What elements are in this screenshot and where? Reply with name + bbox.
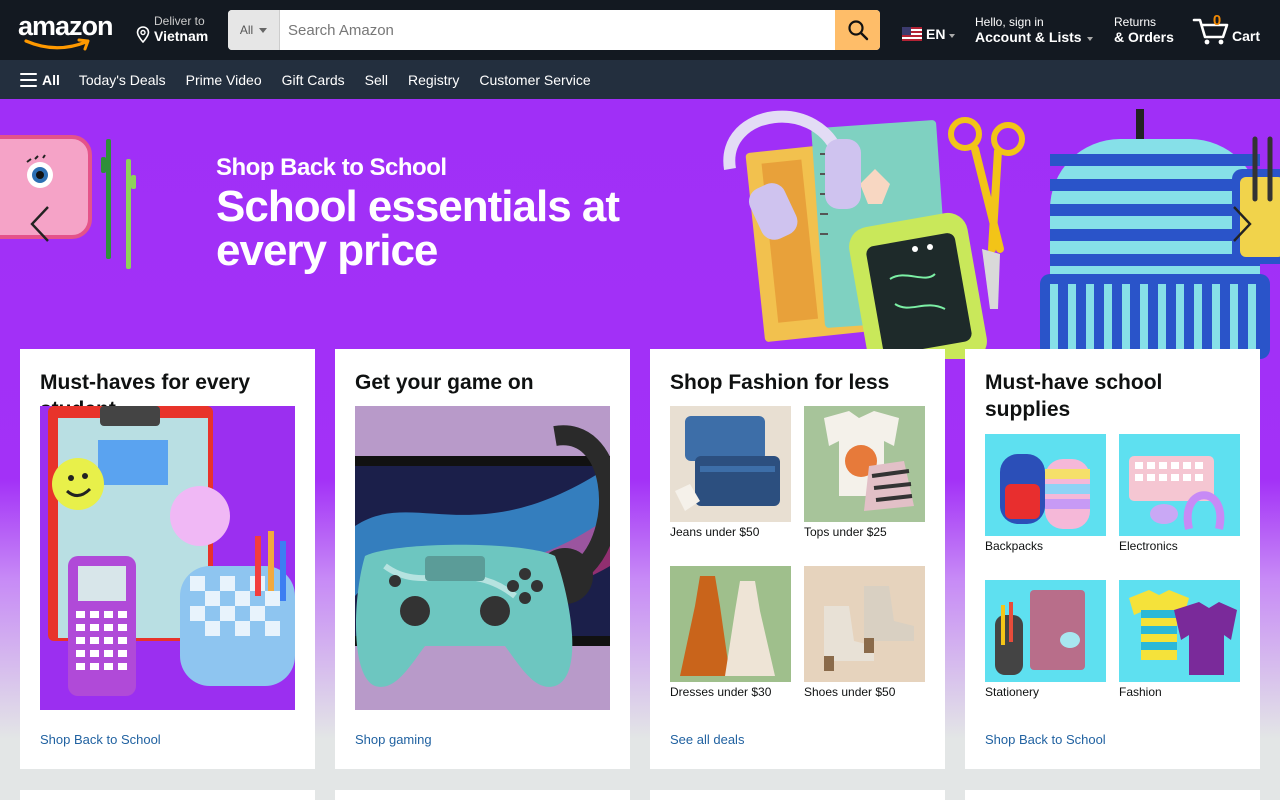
search-category-select[interactable]: All xyxy=(228,10,280,50)
tile-electronics[interactable]: Electronics xyxy=(1119,434,1240,553)
carousel-prev-button[interactable] xyxy=(26,204,54,244)
deliver-country: Vietnam xyxy=(154,28,209,44)
tile-caption: Stationery xyxy=(985,685,1040,699)
shoes-image xyxy=(804,566,925,682)
orders-label: & Orders xyxy=(1114,29,1174,45)
tile-caption: Fashion xyxy=(1119,685,1162,699)
card-title: Get your game on xyxy=(355,371,534,394)
tile-caption: Dresses under $30 xyxy=(670,685,772,699)
search-bar: All xyxy=(228,10,880,50)
next-row-card xyxy=(650,790,945,800)
returns-label: Returns xyxy=(1114,15,1157,29)
card-title: Shop Fashion for less xyxy=(670,371,890,394)
dresses-image xyxy=(670,566,791,682)
tile-caption: Electronics xyxy=(1119,539,1178,553)
logo-text: amazon xyxy=(18,11,114,41)
tops-image xyxy=(804,406,925,522)
language-selector[interactable]: EN xyxy=(902,26,956,42)
hero-headline: School essentials at every price xyxy=(216,182,620,275)
us-flag-icon xyxy=(902,27,922,41)
electronics-icon xyxy=(1119,434,1240,536)
tile-caption: Tops under $25 xyxy=(804,525,887,539)
dresses-icon xyxy=(670,566,791,682)
stationery-image xyxy=(985,580,1106,682)
tile-shoes[interactable]: Shoes under $50 xyxy=(804,566,925,699)
nav-item-todays-deals[interactable]: Today's Deals xyxy=(79,72,166,88)
search-icon xyxy=(847,20,868,41)
all-menu-button[interactable]: All xyxy=(20,72,60,88)
account-greeting: Hello, sign in xyxy=(975,15,1044,29)
kids-fashion-icon xyxy=(1119,580,1240,682)
card-school-supplies: Must-have school supplies Backpacks Elec… xyxy=(965,349,1260,769)
search-button[interactable] xyxy=(835,10,880,50)
cart-count: 0 xyxy=(1212,12,1222,29)
tile-caption: Backpacks xyxy=(985,539,1044,553)
location-pin-icon xyxy=(136,26,150,43)
shoes-icon xyxy=(804,566,925,682)
search-category-label: All xyxy=(239,23,254,37)
hero-right-art xyxy=(723,109,1280,359)
tile-jeans[interactable]: Jeans under $50 xyxy=(670,406,791,539)
deliver-label: Deliver to xyxy=(154,14,205,28)
stationery-icon xyxy=(985,580,1106,682)
chevron-down-icon xyxy=(1086,37,1093,41)
nav-item-customer-service[interactable]: Customer Service xyxy=(479,72,590,88)
tile-stationery[interactable]: Stationery xyxy=(985,580,1106,699)
tile-fashion[interactable]: Fashion xyxy=(1119,580,1240,699)
shop-gaming-link[interactable]: Shop gaming xyxy=(355,732,432,747)
shop-back-to-school-link[interactable]: Shop Back to School xyxy=(40,732,161,747)
cart-label: Cart xyxy=(1232,28,1261,44)
carousel-next-button[interactable] xyxy=(1228,204,1256,244)
all-menu-label: All xyxy=(42,71,60,88)
smile-arrow-icon xyxy=(24,38,90,51)
next-row-card xyxy=(20,790,315,800)
card-student-must-haves: Must-haves for every student xyxy=(20,349,315,769)
nav-item-registry[interactable]: Registry xyxy=(408,72,459,88)
backpacks-image xyxy=(985,434,1106,536)
tile-caption: Jeans under $50 xyxy=(670,525,760,539)
search-input[interactable] xyxy=(280,10,835,50)
cart-button[interactable]: 0 Cart xyxy=(1192,12,1272,48)
account-lists-row: Account & Lists xyxy=(975,29,1093,45)
tile-dresses[interactable]: Dresses under $30 xyxy=(670,566,791,699)
account-menu[interactable]: Hello, sign in Account & Lists xyxy=(975,15,1093,45)
nav-item-sell[interactable]: Sell xyxy=(365,72,388,88)
tile-tops[interactable]: Tops under $25 xyxy=(804,406,925,539)
card-gaming: Get your game on Shop gaming xyxy=(335,349,630,769)
card-image-gaming[interactable] xyxy=(355,406,610,710)
chevron-down-icon xyxy=(949,34,956,38)
backpacks-icon xyxy=(985,434,1106,536)
card-title: Must-have school supplies xyxy=(985,371,1163,421)
top-nav: amazon Deliver to Vietnam All EN xyxy=(0,0,1280,60)
see-all-deals-link[interactable]: See all deals xyxy=(670,732,744,747)
chevron-down-icon xyxy=(259,27,268,33)
jeans-image xyxy=(670,406,791,522)
nav-item-prime-video[interactable]: Prime Video xyxy=(186,72,262,88)
hero-left-art xyxy=(0,135,136,269)
student-supplies-image xyxy=(40,406,295,710)
amazon-logo[interactable]: amazon xyxy=(18,12,118,52)
gaming-controller-image xyxy=(355,406,610,710)
sub-nav: All Today's Deals Prime Video Gift Cards… xyxy=(0,60,1280,99)
next-row-card xyxy=(965,790,1260,800)
account-lists-label: Account & Lists xyxy=(975,29,1082,45)
electronics-image xyxy=(1119,434,1240,536)
jeans-icon xyxy=(670,406,791,522)
next-row-card xyxy=(335,790,630,800)
card-fashion: Shop Fashion for less Jeans under $50 To… xyxy=(650,349,945,769)
returns-orders[interactable]: Returns & Orders xyxy=(1114,15,1174,45)
tops-icon xyxy=(804,406,925,522)
fashion-image xyxy=(1119,580,1240,682)
hero-kicker: Shop Back to School xyxy=(216,154,447,181)
language-code: EN xyxy=(926,26,946,42)
shop-back-to-school-link[interactable]: Shop Back to School xyxy=(985,732,1106,747)
hamburger-icon xyxy=(20,72,37,87)
card-image-student[interactable] xyxy=(40,406,295,710)
nav-item-gift-cards[interactable]: Gift Cards xyxy=(282,72,345,88)
tile-backpacks[interactable]: Backpacks xyxy=(985,434,1106,553)
tile-caption: Shoes under $50 xyxy=(804,685,896,699)
